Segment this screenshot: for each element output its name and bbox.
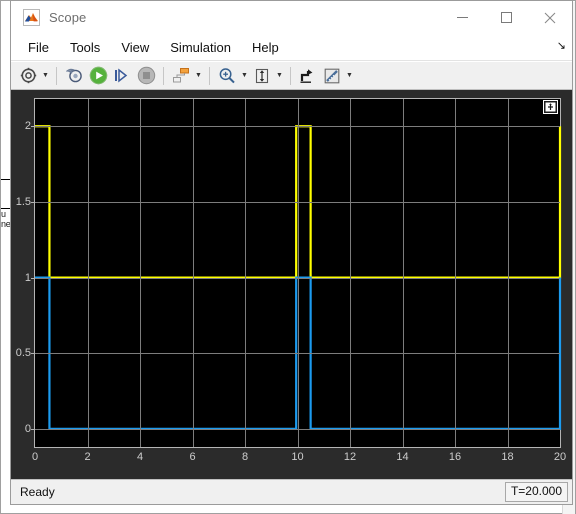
x-axis-tick-label: 14 — [396, 451, 409, 463]
x-axis-tick-label: 4 — [136, 451, 144, 463]
toolbar-separator-4 — [290, 66, 291, 85]
x-axis-tick-label: 8 — [241, 451, 249, 463]
toolbar: ▼ ▼ ▼ ▼ ▼ — [11, 61, 572, 90]
x-axis-tick-label: 6 — [189, 451, 196, 463]
menubar: File Tools View Simulation Help ↘ — [11, 34, 572, 61]
grid-line-vertical — [245, 99, 246, 447]
menu-simulation[interactable]: Simulation — [161, 37, 240, 58]
x-axis-tick-label: 10 — [291, 451, 304, 463]
grid-line-vertical — [297, 99, 299, 447]
grid-line-horizontal — [35, 201, 560, 203]
cursor-measurements-button[interactable] — [296, 64, 320, 87]
scope-window-screenshot: une ▼ Scope — [0, 0, 576, 514]
menu-expand-icon[interactable]: ↘ — [557, 40, 566, 52]
toolbar-separator-3 — [209, 66, 210, 85]
status-text: Ready — [20, 485, 55, 499]
simulation-time-badge: T=20.000 — [504, 482, 568, 502]
run-back-button[interactable] — [62, 64, 86, 87]
close-icon[interactable] — [528, 1, 572, 34]
configuration-properties-button[interactable] — [16, 64, 40, 87]
signal-statistics-button[interactable] — [320, 64, 344, 87]
configuration-properties-caret[interactable]: ▼ — [40, 64, 51, 87]
y-axis-tick-mark — [31, 201, 35, 203]
layout-caret[interactable]: ▼ — [193, 64, 204, 87]
x-axis-tick-label: 0 — [31, 451, 39, 463]
grid-line-horizontal — [35, 428, 560, 430]
y-axis-tick-mark — [31, 126, 35, 128]
autoscale-caret[interactable]: ▼ — [274, 64, 285, 87]
plot-canvas[interactable]: 0 2 4 6 8 10 12 14 16 18 20 0 0.5 1 1.5 2 — [16, 98, 566, 463]
y-axis-tick-label: 1 — [24, 271, 31, 284]
y-axis-tick-label: 0.5 — [15, 347, 31, 360]
y-axis-tick-mark — [31, 277, 35, 279]
layout-button[interactable] — [169, 64, 193, 87]
grid-line-horizontal — [35, 126, 560, 128]
autoscale-button[interactable] — [250, 64, 274, 87]
signal-statistics-caret[interactable]: ▼ — [344, 64, 355, 87]
grid-line-vertical — [402, 99, 404, 447]
legend-toggle-icon[interactable] — [543, 100, 558, 114]
y-axis-tick-mark — [31, 428, 35, 430]
step-forward-button[interactable] — [110, 64, 134, 87]
grid-line-horizontal — [35, 277, 560, 279]
stop-button[interactable] — [134, 64, 158, 87]
x-axis-tick-label: 2 — [84, 451, 91, 463]
window-title: Scope — [49, 10, 87, 25]
grid-line-vertical — [507, 99, 509, 447]
grid-line-vertical — [140, 99, 141, 447]
menu-tools[interactable]: Tools — [61, 37, 109, 58]
menu-help[interactable]: Help — [243, 37, 288, 58]
titlebar: Scope — [11, 1, 572, 34]
grid-line-vertical — [350, 99, 351, 447]
grid-line-vertical — [192, 99, 194, 447]
maximize-icon[interactable] — [484, 1, 528, 34]
toolbar-separator-2 — [163, 66, 164, 85]
grid-line-vertical — [87, 99, 89, 447]
statusbar: Ready T=20.000 — [11, 479, 572, 504]
menu-file[interactable]: File — [19, 37, 58, 58]
y-axis-tick-label: 0 — [24, 422, 31, 435]
menu-view[interactable]: View — [112, 37, 158, 58]
zoom-caret[interactable]: ▼ — [239, 64, 250, 87]
window-controls — [440, 1, 572, 34]
matlab-scope-icon — [23, 9, 40, 26]
plot-area: 0 2 4 6 8 10 12 14 16 18 20 0 0.5 1 1.5 2 — [11, 90, 572, 479]
y-axis-tick-label: 1.5 — [15, 195, 31, 208]
x-axis-tick-label: 18 — [501, 451, 514, 463]
grid-line-vertical — [455, 99, 456, 447]
y-axis-tick-label: 2 — [24, 120, 31, 133]
scope-window: Scope File Tools View Simulation Help ↘ — [10, 0, 573, 505]
toolbar-separator-1 — [56, 66, 57, 85]
grid-line-horizontal — [35, 353, 560, 355]
minimize-icon[interactable] — [440, 1, 484, 34]
x-axis-tick-label: 20 — [553, 451, 567, 463]
zoom-button[interactable] — [215, 64, 239, 87]
x-axis-tick-label: 12 — [343, 451, 357, 463]
run-button[interactable] — [86, 64, 110, 87]
x-axis-tick-label: 16 — [448, 451, 462, 463]
y-axis-tick-mark — [31, 353, 35, 355]
